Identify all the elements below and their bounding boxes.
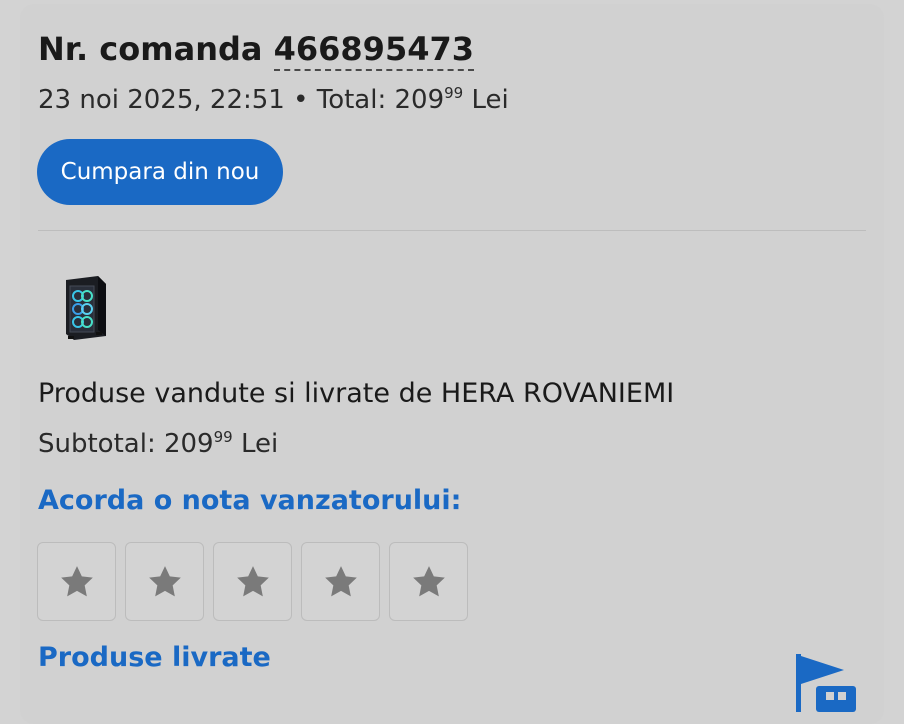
subtotal-currency: Lei bbox=[240, 429, 279, 459]
star-icon bbox=[148, 565, 181, 596]
delivered-products-title: Produse livrate bbox=[38, 642, 271, 673]
subtotal-dec: 99 bbox=[213, 428, 233, 446]
buy-again-button[interactable]: Cumpara din nou bbox=[37, 139, 283, 205]
star-icon bbox=[60, 565, 93, 596]
order-label: Nr. comanda bbox=[38, 30, 263, 68]
star-3-button[interactable] bbox=[213, 542, 292, 621]
pc-case-icon bbox=[66, 276, 106, 340]
total-currency: Lei bbox=[471, 85, 509, 115]
total-dec: 99 bbox=[444, 84, 464, 102]
subtotal-int: 209 bbox=[163, 429, 214, 459]
total-label: Total: bbox=[316, 85, 387, 115]
star-icon bbox=[324, 565, 357, 596]
order-meta: 23 noi 2025, 22:51 • Total: 20999 Lei bbox=[38, 84, 509, 115]
star-icon bbox=[236, 565, 269, 596]
order-title: Nr. comanda 466895473 bbox=[38, 30, 474, 71]
subtotal-label: Subtotal: bbox=[38, 429, 156, 459]
star-1-button[interactable] bbox=[37, 542, 116, 621]
meta-separator: • bbox=[293, 85, 309, 115]
star-icon bbox=[412, 565, 445, 596]
subtotal: Subtotal: 20999 Lei bbox=[38, 428, 278, 459]
star-2-button[interactable] bbox=[125, 542, 204, 621]
order-number[interactable]: 466895473 bbox=[273, 30, 474, 71]
total-int: 209 bbox=[394, 85, 445, 115]
star-5-button[interactable] bbox=[389, 542, 468, 621]
flag-icon bbox=[792, 652, 862, 712]
divider bbox=[38, 230, 866, 231]
seller-info: Produse vandute si livrate de HERA ROVAN… bbox=[38, 378, 675, 409]
star-4-button[interactable] bbox=[301, 542, 380, 621]
order-date: 23 noi 2025, 22:51 bbox=[38, 85, 285, 115]
rate-seller-title: Acorda o nota vanzatorului: bbox=[38, 485, 462, 516]
product-thumbnail[interactable] bbox=[56, 274, 116, 344]
star-rating bbox=[37, 542, 468, 621]
